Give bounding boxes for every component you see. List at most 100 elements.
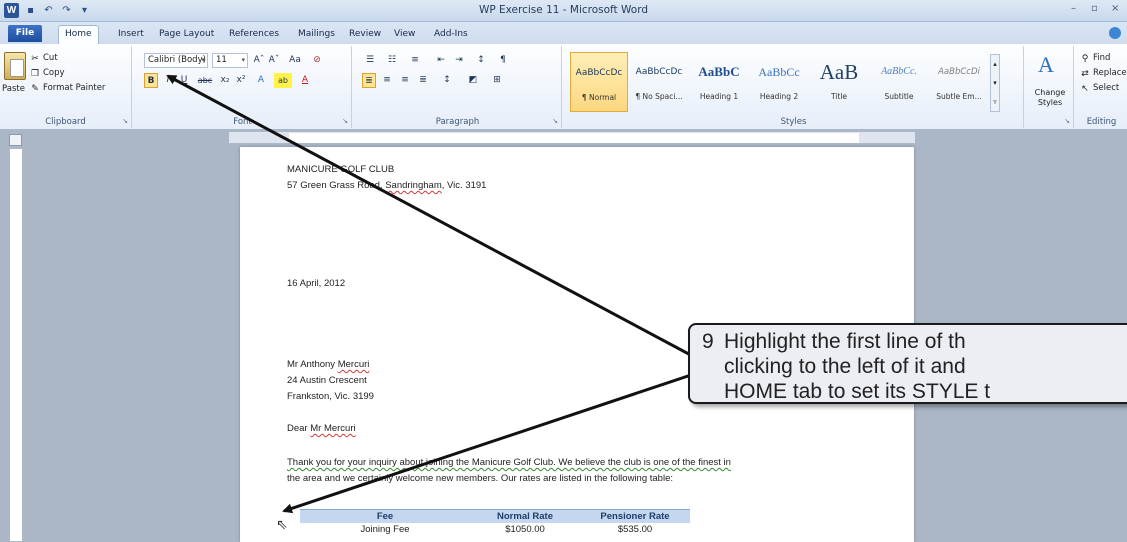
multilevel-list-icon[interactable]: ≡ (406, 53, 424, 68)
group-label-paragraph: Paragraph (435, 117, 480, 127)
group-styles: AaBbCcDc ¶ Normal AaBbCcDc ¶ No Spaci...… (564, 46, 1024, 128)
find-button[interactable]: ⚲ Find (1080, 52, 1111, 65)
sort-icon[interactable]: ↕ (474, 53, 488, 68)
tab-page-layout[interactable]: Page Layout (153, 26, 220, 42)
paintbrush-icon: ✎ (31, 83, 39, 94)
cut-button[interactable]: ✂ Cut (30, 52, 57, 65)
bullets-icon[interactable]: ☰ (362, 53, 378, 68)
table-header: Fee (300, 509, 470, 523)
title-bar: W ▪ ↶ ↷ ▾ WP Exercise 11 - Microsoft Wor… (0, 0, 1127, 22)
italic-button[interactable]: I (162, 73, 174, 88)
shading-icon[interactable]: ◩ (464, 73, 482, 88)
rates-table[interactable]: Fee Normal Rate Pensioner Rate Joining F… (300, 509, 690, 536)
dialog-launcher-icon[interactable]: ↘ (342, 117, 348, 125)
dialog-launcher-icon[interactable]: ↘ (122, 117, 128, 125)
tab-file[interactable]: File (8, 25, 42, 42)
format-painter-button[interactable]: ✎ Format Painter (30, 82, 105, 95)
align-left-icon[interactable]: ≣ (362, 73, 376, 88)
dialog-launcher-icon[interactable]: ↘ (1064, 117, 1070, 125)
style-subtle-emphasis[interactable]: AaBbCcDi Subtle Em... (930, 52, 988, 112)
table-cell[interactable]: $1050.00 (470, 523, 580, 536)
doc-line-club-address[interactable]: 57 Green Grass Road, Sandringham, Vic. 3… (287, 180, 486, 191)
strikethrough-button[interactable]: abc (196, 73, 214, 88)
table-cell[interactable]: Joining Fee (300, 523, 470, 536)
clear-formatting-icon[interactable]: ⊘ (310, 53, 324, 68)
close-icon[interactable]: × (1111, 3, 1123, 15)
line-spacing-icon[interactable]: ↕ (438, 73, 456, 88)
copy-button[interactable]: ❐ Copy (30, 67, 65, 80)
select-button[interactable]: ↖ Select (1080, 82, 1119, 95)
replace-icon: ⇄ (1081, 68, 1089, 79)
font-name-select[interactable]: Calibri (Body) ▾ (144, 53, 208, 68)
doc-line-street[interactable]: 24 Austin Crescent (287, 375, 367, 386)
tab-review[interactable]: Review (343, 26, 387, 42)
tab-view[interactable]: View (388, 26, 421, 42)
increase-indent-icon[interactable]: ⇥ (452, 53, 466, 68)
tab-insert[interactable]: Insert (112, 26, 150, 42)
copy-icon: ❐ (30, 68, 40, 79)
doc-line-recipient[interactable]: Mr Anthony Mercuri (287, 359, 369, 370)
doc-line-club-name[interactable]: MANICURE GOLF CLUB (287, 164, 394, 175)
group-clipboard: Paste ✂ Cut ❐ Copy ✎ Format Painter Clip… (0, 46, 132, 128)
ruler-toggle-button[interactable] (9, 134, 22, 146)
restore-icon[interactable]: ▫ (1091, 3, 1103, 15)
table-cell[interactable]: $535.00 (580, 523, 690, 536)
help-icon[interactable] (1109, 27, 1121, 39)
replace-button[interactable]: ⇄ Replace (1080, 67, 1126, 80)
grow-font-button[interactable]: Aˆ (252, 53, 266, 68)
show-hide-icon[interactable]: ¶ (496, 53, 510, 68)
dialog-launcher-icon[interactable]: ↘ (552, 117, 558, 125)
horizontal-ruler[interactable] (228, 131, 916, 144)
style-heading-1[interactable]: AaBbC Heading 1 (690, 52, 748, 112)
style-normal[interactable]: AaBbCcDc ¶ Normal (570, 52, 628, 112)
style-title[interactable]: AaB Title (810, 52, 868, 112)
binoculars-icon: ⚲ (1081, 53, 1089, 64)
style-no-spacing[interactable]: AaBbCcDc ¶ No Spaci... (630, 52, 688, 112)
doc-line-body-1[interactable]: Thank you for your inquiry about joining… (287, 457, 731, 468)
group-font: Calibri (Body) ▾ 11 ▾ Aˆ Aˇ Aa ⊘ B I U a… (134, 46, 352, 128)
underline-button[interactable]: U (178, 73, 190, 88)
borders-icon[interactable]: ⊞ (488, 73, 506, 88)
text-effects-button[interactable]: A (254, 73, 268, 88)
chevron-down-icon: ▾ (241, 56, 245, 64)
vertical-ruler[interactable] (9, 148, 23, 542)
doc-line-body-2[interactable]: the area and we certainly welcome new me… (287, 473, 673, 484)
tab-references[interactable]: References (223, 26, 285, 42)
window-title: WP Exercise 11 - Microsoft Word (478, 4, 648, 16)
doc-line-salutation[interactable]: Dear Mr Mercuri (287, 423, 356, 434)
tab-home[interactable]: Home (58, 25, 99, 44)
align-center-icon[interactable]: ≡ (380, 73, 394, 88)
tab-mailings[interactable]: Mailings (292, 26, 341, 42)
change-styles-icon[interactable]: A (1038, 52, 1054, 78)
step-number: 9 (702, 330, 714, 353)
paste-button[interactable]: Paste (2, 84, 25, 94)
font-color-button[interactable]: A (298, 73, 312, 88)
table-header: Pensioner Rate (580, 509, 690, 523)
superscript-button[interactable]: x² (234, 73, 248, 88)
style-heading-2[interactable]: AaBbCc Heading 2 (750, 52, 808, 112)
justify-icon[interactable]: ≣ (416, 73, 430, 88)
font-size-select[interactable]: 11 ▾ (212, 53, 248, 68)
change-case-button[interactable]: Aa (286, 53, 304, 68)
align-right-icon[interactable]: ≡ (398, 73, 412, 88)
doc-line-date[interactable]: 16 April, 2012 (287, 278, 345, 289)
decrease-indent-icon[interactable]: ⇤ (434, 53, 448, 68)
callout-line-2: clicking to the left of it and (724, 355, 966, 378)
style-subtitle[interactable]: AaBbCc. Subtitle (870, 52, 928, 112)
mouse-pointer-icon: ⇖ (276, 517, 288, 533)
styles-scroll[interactable]: ▴ ▾ ▿ (990, 54, 1000, 112)
group-editing: ⚲ Find ⇄ Replace ↖ Select Editing (1076, 46, 1127, 128)
bold-button[interactable]: B (144, 73, 158, 88)
scissors-icon: ✂ (31, 53, 39, 64)
window-controls: – ▫ × (1071, 3, 1123, 15)
doc-line-suburb[interactable]: Frankston, Vic. 3199 (287, 391, 374, 402)
shrink-font-button[interactable]: Aˇ (267, 53, 281, 68)
tab-add-ins[interactable]: Add-Ins (428, 26, 474, 42)
numbering-icon[interactable]: ☷ (384, 53, 400, 68)
paste-icon[interactable] (4, 52, 26, 80)
highlight-button[interactable]: ab (274, 73, 292, 88)
minimize-icon[interactable]: – (1071, 3, 1083, 15)
ribbon-tabs: File Home Insert Page Layout References … (0, 22, 1127, 44)
subscript-button[interactable]: x₂ (218, 73, 232, 88)
change-styles-button[interactable]: Change Styles (1028, 88, 1072, 108)
